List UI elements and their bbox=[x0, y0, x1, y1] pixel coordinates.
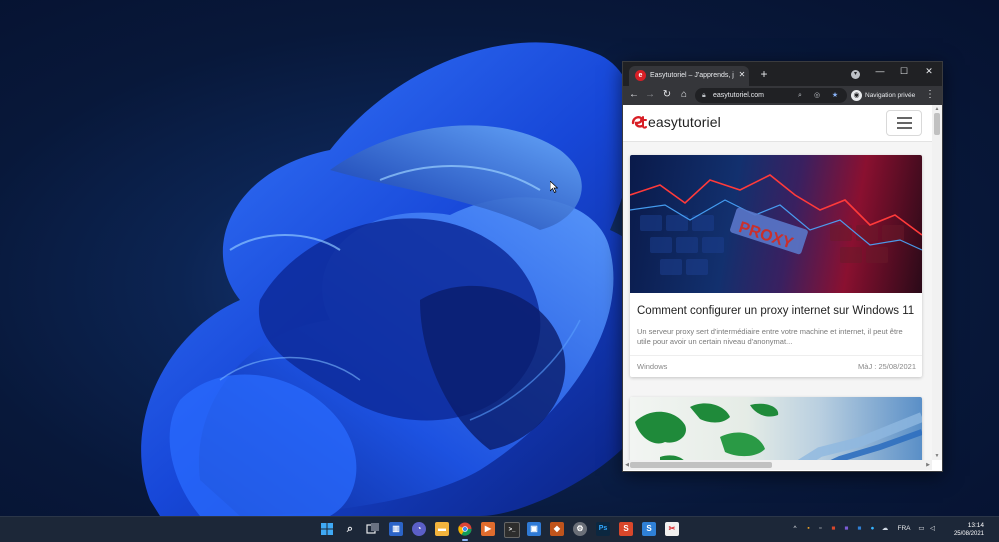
bookmark-star-icon[interactable]: ★ bbox=[830, 90, 840, 101]
hamburger-line bbox=[897, 122, 912, 124]
tray-app-icon[interactable]: ■ bbox=[855, 523, 864, 535]
file-explorer-icon[interactable]: ▬ bbox=[435, 522, 449, 536]
maximize-button[interactable]: ☐ bbox=[893, 64, 915, 78]
article-category[interactable]: Windows bbox=[637, 361, 717, 373]
tracking-blocked-icon[interactable]: ◎ bbox=[812, 90, 822, 101]
chrome-icon[interactable] bbox=[458, 522, 472, 541]
article-title[interactable]: Comment configurer un proxy internet sur… bbox=[637, 302, 917, 320]
clock-time: 13:14 bbox=[967, 522, 984, 529]
tray-app-icon[interactable]: ▪ bbox=[804, 523, 813, 535]
app-s-blue-icon[interactable]: S bbox=[642, 522, 656, 536]
zoom-icon[interactable]: ⌕ bbox=[795, 90, 805, 101]
site-header: easytutoriel bbox=[623, 105, 932, 142]
lock-icon: 🔒︎ bbox=[702, 92, 706, 99]
photoshop-icon[interactable]: Ps bbox=[596, 522, 610, 536]
hamburger-line bbox=[897, 127, 912, 129]
home-icon[interactable]: ⌂ bbox=[678, 89, 690, 101]
app-s-red-icon[interactable]: S bbox=[619, 522, 633, 536]
article-card[interactable]: PROXY Comment configurer un proxy intern… bbox=[630, 155, 922, 377]
scroll-up-arrow-icon[interactable]: ▲ bbox=[933, 105, 941, 113]
tab-title: Easytutoriel – J'apprends, je partage bbox=[650, 72, 734, 79]
tab-search-icon[interactable]: ▾ bbox=[851, 70, 860, 79]
url-text: easytutoriel.com bbox=[713, 92, 764, 99]
snipping-icon[interactable]: ✂ bbox=[665, 522, 679, 536]
media-player-icon[interactable]: ▶ bbox=[481, 522, 495, 536]
browser-title-bar: e Easytutoriel – J'apprends, je partage … bbox=[623, 62, 942, 86]
reload-icon[interactable]: ↻ bbox=[661, 89, 673, 101]
tray-app-icon[interactable]: ▫ bbox=[816, 523, 825, 535]
onedrive-icon[interactable]: ☁ bbox=[880, 523, 890, 535]
scrollbar-thumb[interactable] bbox=[934, 113, 940, 135]
scrollbar-thumb[interactable] bbox=[630, 462, 772, 468]
remote-desktop-icon[interactable]: ▣ bbox=[527, 522, 541, 536]
widgets-icon[interactable]: ▥ bbox=[389, 522, 403, 536]
browser-window: e Easytutoriel – J'apprends, je partage … bbox=[622, 61, 943, 472]
forward-arrow-icon[interactable]: → bbox=[644, 89, 656, 101]
address-bar[interactable]: 🔒︎ easytutoriel.com ⌕ ◎ ★ bbox=[695, 88, 847, 103]
app-icon[interactable]: ◆ bbox=[550, 522, 564, 536]
tray-chevron-icon[interactable]: ^ bbox=[790, 523, 800, 535]
article-excerpt: Un serveur proxy sert d'intermédiaire en… bbox=[637, 327, 903, 346]
page-viewport: easytutoriel PROXY Comment configurer un… bbox=[623, 105, 932, 460]
favicon-icon: e bbox=[635, 70, 646, 81]
task-view-icon[interactable] bbox=[366, 522, 380, 536]
new-tab-button[interactable]: + bbox=[757, 67, 771, 81]
incognito-label: Navigation privée bbox=[865, 92, 916, 99]
article-footer: Windows MàJ : 25/08/2021 bbox=[630, 355, 922, 377]
tray-app-icon[interactable]: ■ bbox=[842, 523, 851, 535]
taskbar: ⌕ ▥ ◔ ▬ ▶ >_ ▣ ◆ ⚙ Ps S S ✂ ^ ▪ ▫ ■ ■ ■ … bbox=[0, 516, 999, 542]
terminal-icon[interactable]: >_ bbox=[504, 522, 520, 538]
browser-menu-button[interactable]: ⋮ bbox=[925, 89, 935, 101]
volume-icon[interactable]: ◁ bbox=[928, 523, 937, 535]
close-window-button[interactable]: ✕ bbox=[918, 64, 940, 78]
article-thumbnail[interactable]: PROXY bbox=[630, 155, 922, 293]
hamburger-line bbox=[897, 117, 912, 119]
network-map-image bbox=[635, 403, 922, 460]
tab-easytutoriel[interactable]: e Easytutoriel – J'apprends, je partage … bbox=[629, 66, 749, 86]
keyboard-language[interactable]: FRA bbox=[896, 523, 912, 535]
network-icon[interactable]: ▭ bbox=[917, 523, 926, 535]
tray-app-icon[interactable]: ● bbox=[868, 523, 877, 535]
vertical-scrollbar[interactable]: ▲ ▼ bbox=[932, 105, 942, 460]
chat-icon[interactable]: ◔ bbox=[412, 522, 426, 536]
hamburger-menu-button[interactable] bbox=[886, 110, 922, 136]
back-arrow-icon[interactable]: ← bbox=[628, 89, 640, 101]
article-date: MàJ : 25/08/2021 bbox=[858, 362, 916, 371]
tray-app-icon[interactable]: ■ bbox=[829, 523, 838, 535]
mouse-cursor bbox=[550, 181, 558, 193]
incognito-icon: ◉ bbox=[851, 90, 862, 101]
article-thumbnail[interactable] bbox=[630, 397, 922, 460]
windows-start-icon[interactable] bbox=[320, 522, 334, 536]
minimize-button[interactable]: — bbox=[869, 64, 891, 78]
search-icon[interactable]: ⌕ bbox=[343, 522, 357, 536]
clock[interactable]: 13:14 25/08/2021 bbox=[944, 521, 984, 539]
scroll-right-arrow-icon[interactable]: ▶ bbox=[924, 461, 932, 469]
easytutoriel-logo-icon[interactable] bbox=[630, 113, 648, 131]
article-card[interactable] bbox=[630, 397, 922, 460]
clock-date: 25/08/2021 bbox=[953, 531, 984, 537]
tab-close-button[interactable]: ✕ bbox=[737, 69, 747, 81]
incognito-indicator[interactable]: ◉ Navigation privée bbox=[849, 88, 921, 103]
site-logo-text[interactable]: easytutoriel bbox=[648, 112, 748, 132]
browser-toolbar: ← → ↻ ⌂ 🔒︎ easytutoriel.com ⌕ ◎ ★ ◉ Navi… bbox=[623, 86, 942, 105]
horizontal-scrollbar[interactable]: ◀ ▶ bbox=[623, 460, 932, 470]
scroll-down-arrow-icon[interactable]: ▼ bbox=[933, 452, 941, 460]
proxy-keyboard-image: PROXY bbox=[630, 174, 922, 275]
settings-icon[interactable]: ⚙ bbox=[573, 522, 587, 536]
